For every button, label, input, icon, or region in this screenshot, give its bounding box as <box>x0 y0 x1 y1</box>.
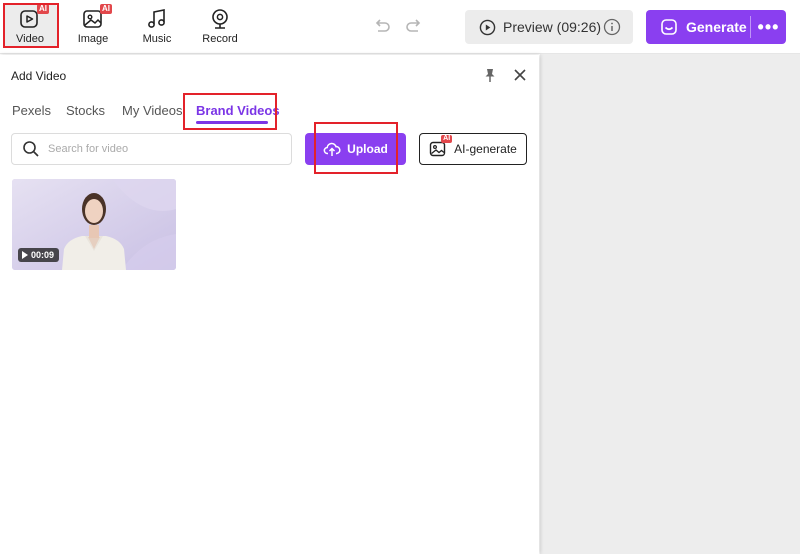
generate-icon <box>661 19 677 35</box>
video-thumbnail[interactable]: 00:09 <box>12 179 176 270</box>
upload-button[interactable]: Upload <box>305 133 406 165</box>
canvas-area <box>540 54 800 554</box>
music-note-icon <box>146 8 168 30</box>
ai-badge: AI <box>37 4 49 14</box>
preview-label: Preview (09:26) <box>503 19 602 35</box>
ai-generate-button[interactable]: AI AI-generate <box>419 133 527 165</box>
generate-button-group: Generate ••• <box>646 10 786 44</box>
tab-brand-videos[interactable]: Brand Videos <box>196 103 280 118</box>
cloud-upload-icon <box>323 142 341 156</box>
generate-label: Generate <box>686 19 747 35</box>
ai-generate-label: AI-generate <box>454 142 517 156</box>
top-toolbar: AI Video AI Image Music Record Preview (… <box>0 0 800 54</box>
record-tool-button[interactable]: Record <box>193 4 247 48</box>
tab-bar: Pexels Stocks My Videos Brand Videos <box>0 99 539 129</box>
play-triangle-icon <box>22 251 28 259</box>
image-icon: AI <box>82 4 112 30</box>
image-tool-button[interactable]: AI Image <box>66 4 120 48</box>
active-tab-indicator <box>196 121 268 124</box>
ai-badge: AI <box>441 135 453 143</box>
tab-stocks[interactable]: Stocks <box>66 103 105 118</box>
info-icon[interactable] <box>603 18 621 36</box>
ai-badge: AI <box>100 4 112 14</box>
duration-label: 00:09 <box>31 250 55 260</box>
record-tool-label: Record <box>202 33 238 45</box>
undo-icon[interactable] <box>371 16 393 38</box>
tab-my-videos[interactable]: My Videos <box>122 103 182 118</box>
video-tool-label: Video <box>16 33 44 45</box>
tab-pexels[interactable]: Pexels <box>12 103 51 118</box>
more-options-button[interactable]: ••• <box>751 10 786 44</box>
ai-image-icon: AI <box>429 135 453 158</box>
close-icon[interactable] <box>512 67 528 83</box>
search-input[interactable] <box>48 143 268 155</box>
upload-label: Upload <box>347 142 388 156</box>
pin-icon[interactable] <box>482 67 498 83</box>
duration-badge: 00:09 <box>18 248 60 262</box>
webcam-icon <box>209 8 231 30</box>
video-tool-button[interactable]: AI Video <box>3 4 57 48</box>
search-box <box>11 133 292 165</box>
search-icon <box>23 141 39 157</box>
music-tool-button[interactable]: Music <box>130 4 184 48</box>
redo-icon[interactable] <box>403 16 425 38</box>
video-play-icon: AI <box>19 4 49 30</box>
add-video-panel: Add Video Pexels Stocks My Videos Brand … <box>0 55 539 554</box>
music-tool-label: Music <box>142 33 172 45</box>
image-tool-label: Image <box>77 33 109 45</box>
panel-title: Add Video <box>11 69 67 83</box>
generate-button[interactable]: Generate <box>646 10 750 44</box>
preview-button[interactable]: Preview (09:26) <box>465 10 633 44</box>
play-circle-icon <box>479 19 496 35</box>
